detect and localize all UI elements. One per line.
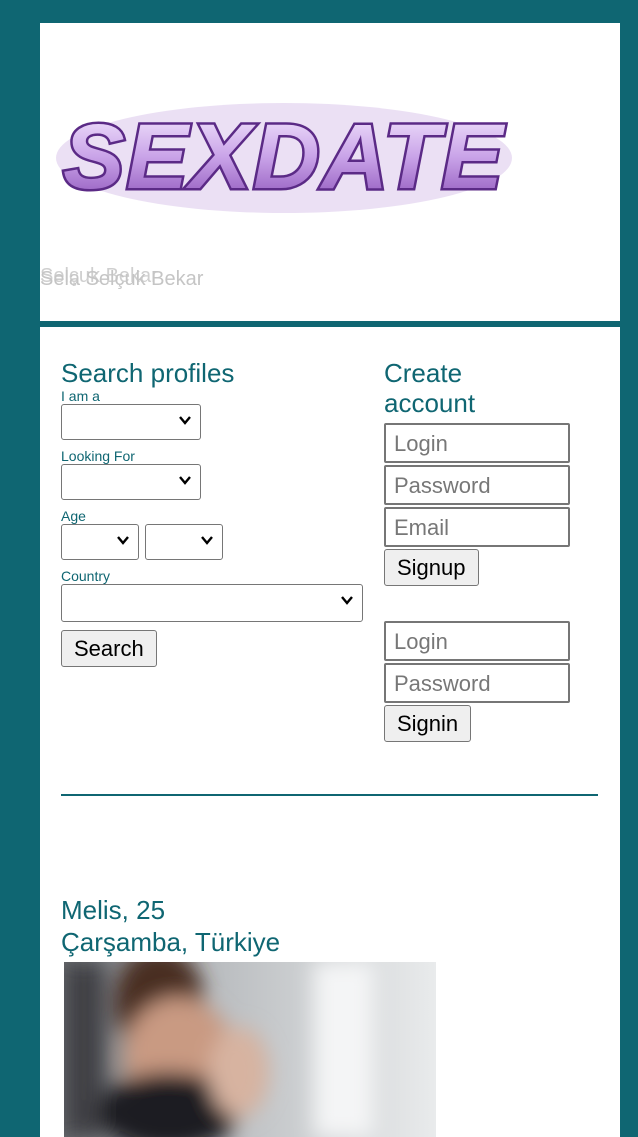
signup-email-input[interactable]: Email — [384, 507, 570, 547]
signup-button[interactable]: Signup — [384, 549, 479, 586]
profile-name-age[interactable]: Melis, 25 — [61, 895, 165, 925]
country-label: Country — [61, 568, 111, 584]
search-title: Search profiles — [61, 358, 235, 388]
signup-login-input[interactable]: Login — [384, 423, 570, 463]
search-button[interactable]: Search — [61, 630, 157, 667]
header-subtitle: Selçuk Bekar Sela Selçuk Bekar — [40, 265, 204, 291]
section-divider — [61, 794, 598, 796]
page: SEXDATE Selçuk Bekar Sela Selçuk Bekar S… — [40, 23, 620, 1137]
site-header: SEXDATE Selçuk Bekar Sela Selçuk Bekar — [40, 23, 620, 321]
search-button-wrap: Search — [61, 630, 371, 667]
i-am-select[interactable] — [61, 404, 201, 440]
age-range — [61, 524, 371, 565]
age-label: Age — [61, 508, 86, 524]
create-account-title: Create account — [384, 358, 604, 418]
create-account-title-line2: account — [384, 388, 476, 418]
looking-for-select[interactable] — [61, 464, 201, 500]
signin-login-input[interactable]: Login — [384, 621, 570, 661]
looking-for-label: Looking For — [61, 448, 135, 464]
profile-card-header[interactable]: Melis, 25 Çarşamba, Türkiye — [61, 894, 280, 958]
chevron-down-icon — [179, 416, 191, 425]
svg-text:SEXDATE: SEXDATE — [63, 106, 505, 208]
signup-password-input[interactable]: Password — [384, 465, 570, 505]
age-max-select[interactable] — [145, 524, 224, 560]
site-logo[interactable]: SEXDATE — [54, 78, 514, 238]
signin-password-input[interactable]: Password — [384, 663, 570, 703]
signin-button[interactable]: Signin — [384, 705, 472, 742]
auth-column: Create account Login Password Email Sign… — [384, 358, 604, 742]
chevron-down-icon — [201, 536, 214, 545]
signin-form: Login Password Signin — [384, 621, 604, 742]
header-subtitle-text: Sela Selçuk Bekar — [40, 268, 204, 290]
profile-photo[interactable] — [64, 962, 436, 1137]
profile-location: Çarşamba, Türkiye — [61, 927, 281, 957]
chevron-down-icon — [117, 536, 129, 545]
signup-form: Login Password Email Signup — [384, 423, 604, 586]
i-am-label: I am a — [61, 388, 100, 404]
main-content: Search profiles I am a Looking For Age C… — [40, 327, 620, 1137]
age-min-select[interactable] — [61, 524, 139, 560]
chevron-down-icon — [179, 476, 191, 485]
search-form: Search profiles I am a Looking For Age C… — [61, 358, 371, 667]
create-account-title-line1: Create — [384, 358, 463, 388]
chevron-down-icon — [341, 596, 353, 605]
country-select[interactable] — [61, 584, 363, 622]
